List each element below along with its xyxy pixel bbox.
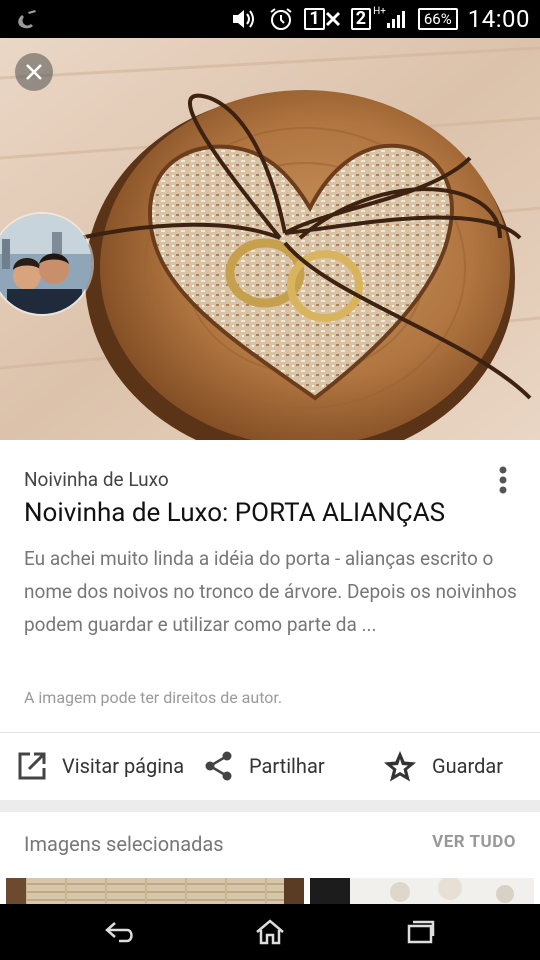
burlap-ring-pillow-thumbnail (6, 878, 304, 904)
more-vert-icon (499, 466, 507, 494)
copyright-notice: A imagem pode ter direitos de autor. (24, 688, 283, 707)
source-name[interactable]: Noivinha de Luxo (24, 468, 169, 491)
volume-icon (230, 6, 258, 32)
close-button[interactable] (15, 53, 53, 91)
result-title[interactable]: Noivinha de Luxo: PORTA ALIANÇAS (24, 498, 445, 528)
more-options-button[interactable] (488, 462, 518, 498)
share-label: Partilhar (249, 754, 325, 778)
status-bar: 1 2 H+ 66% 14:00 (0, 0, 540, 38)
save-label: Guardar (432, 754, 504, 778)
couple-avatar (0, 214, 92, 314)
close-icon (26, 64, 42, 80)
recent-apps-button[interactable] (400, 914, 440, 950)
home-icon (256, 919, 284, 945)
action-bar: Visitar página Partilhar Guardar (0, 733, 540, 799)
thumbnail[interactable] (6, 878, 304, 904)
alarm-icon (268, 6, 294, 32)
back-button[interactable] (100, 914, 140, 950)
battery-indicator: 66% (417, 8, 458, 30)
save-button[interactable]: Guardar (382, 733, 503, 799)
network-type-label: H+ (373, 5, 386, 17)
share-button[interactable]: Partilhar (203, 733, 325, 799)
thumbnail[interactable] (310, 878, 534, 904)
sim1-label: 1 (304, 8, 325, 30)
share-icon (205, 751, 232, 781)
visit-page-label: Visitar página (62, 754, 185, 778)
visit-page-button[interactable]: Visitar página (16, 733, 184, 799)
recent-apps-icon (407, 920, 435, 944)
clock: 14:00 (467, 5, 530, 33)
sim2-signal-icon: 2 H+ (350, 5, 408, 30)
thumbnail-strip (6, 878, 540, 904)
star-icon (384, 751, 416, 782)
home-button[interactable] (250, 914, 290, 950)
back-icon (105, 922, 133, 943)
battery-percent: 66% (423, 10, 452, 28)
sim1-no-signal-icon: 1 (304, 8, 340, 30)
see-all-link[interactable]: VER TUDO (432, 832, 516, 852)
open-in-new-icon (18, 752, 46, 780)
sim2-label: 2 (350, 8, 372, 30)
hero-image[interactable] (0, 38, 540, 440)
phone-call-icon (14, 6, 40, 32)
navigation-bar (0, 904, 540, 960)
lace-ring-pillow-thumbnail (310, 878, 534, 904)
result-description: Eu achei muito linda a idéia do porta - … (24, 547, 517, 636)
selected-images-title: Imagens selecionadas (24, 832, 224, 856)
